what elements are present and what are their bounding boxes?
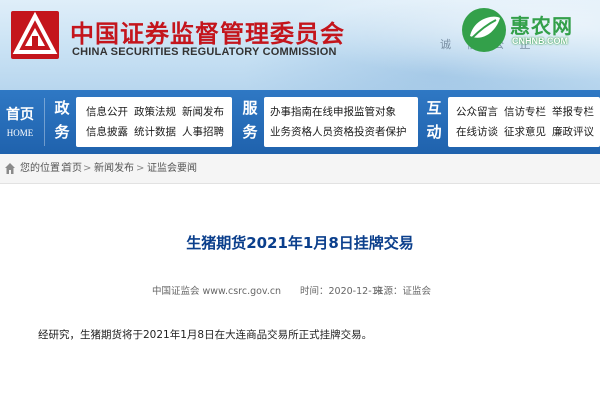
home-icon — [5, 163, 15, 174]
nav-divider — [44, 98, 45, 146]
article-body: 经研究，生猪期货将于2021年1月8日在大连商品交易所正式挂牌交易。 — [38, 329, 373, 341]
watermark: 惠农网 CNHNB.COM — [460, 6, 598, 54]
org-name-cn: 中国证券监督管理委员会 — [70, 20, 345, 48]
nav-link-online-interview[interactable]: 在线访谈 — [456, 125, 498, 139]
leaf-logo-icon — [462, 8, 506, 52]
csrc-emblem-icon[interactable] — [10, 10, 60, 60]
article-title: 生猪期货2021年1月8日挂牌交易 — [186, 234, 414, 252]
nav-section-label-service: 服务 — [242, 99, 258, 141]
breadcrumb-separator: > — [83, 163, 92, 174]
watermark-name-en: CNHNB.COM — [512, 36, 568, 46]
nav-link-public-message[interactable]: 公众留言 — [456, 105, 498, 119]
nav-link-consultation[interactable]: 征求意见 — [504, 125, 546, 139]
breadcrumb-item-csrc-news[interactable]: 证监会要闻 — [147, 162, 197, 176]
org-name-en: CHINA SECURITIES REGULATORY COMMISSION — [72, 46, 337, 58]
article-meta: 中国证监会 www.csrc.gov.cn 时间：2020-12-11 来源：证… — [0, 284, 600, 300]
nav-link-policies[interactable]: 政策法规 — [134, 105, 176, 119]
nav-home-button[interactable]: 首页 HOME — [0, 90, 40, 154]
nav-home-label-en: HOME — [6, 128, 34, 138]
nav-link-info-disclosure[interactable]: 信息披露 — [86, 125, 128, 139]
nav-link-petition[interactable]: 信访专栏 — [504, 105, 546, 119]
article-origin: 来源：证监会 — [374, 286, 432, 297]
nav-section-label-interaction: 互动 — [426, 99, 442, 141]
main-nav: 首页 HOME 政务 信息公开 政策法规 新闻发布 信息披露 统计数据 人事招聘… — [0, 90, 600, 154]
article-source: 中国证监会 www.csrc.gov.cn — [152, 286, 282, 297]
breadcrumb-item-home[interactable]: 首页 — [62, 162, 82, 176]
nav-link-press-release[interactable]: 新闻发布 — [182, 105, 224, 119]
nav-link-report[interactable]: 举报专栏 — [552, 105, 594, 119]
article-time: 时间：2020-12-11 — [300, 286, 384, 297]
breadcrumb: 您的位置： 首页 > 新闻发布 > 证监会要闻 — [0, 154, 600, 184]
nav-section-label-government: 政务 — [54, 99, 70, 141]
nav-home-label-cn: 首页 — [6, 107, 34, 123]
nav-link-service-guide[interactable]: 办事指南在线申报监管对象 — [270, 105, 396, 119]
breadcrumb-item-press-release[interactable]: 新闻发布 — [94, 162, 134, 176]
nav-link-recruitment[interactable]: 人事招聘 — [182, 125, 224, 139]
nav-panel-interaction: 公众留言 信访专栏 举报专栏 在线访谈 征求意见 廉政评议 — [448, 97, 600, 147]
watermark-name-cn: 惠农网 — [510, 14, 573, 38]
nav-link-statistics[interactable]: 统计数据 — [134, 125, 176, 139]
nav-link-service-qualification[interactable]: 业务资格人员资格投资者保护 — [270, 125, 407, 139]
breadcrumb-separator: > — [136, 163, 145, 174]
site-header: 中国证券监督管理委员会 CHINA SECURITIES REGULATORY … — [0, 0, 600, 90]
nav-panel-government: 信息公开 政策法规 新闻发布 信息披露 统计数据 人事招聘 — [76, 97, 232, 147]
nav-link-integrity-review[interactable]: 廉政评议 — [552, 125, 594, 139]
nav-link-info-disclosure-public[interactable]: 信息公开 — [86, 105, 128, 119]
nav-panel-service: 办事指南在线申报监管对象 业务资格人员资格投资者保护 — [264, 97, 418, 147]
